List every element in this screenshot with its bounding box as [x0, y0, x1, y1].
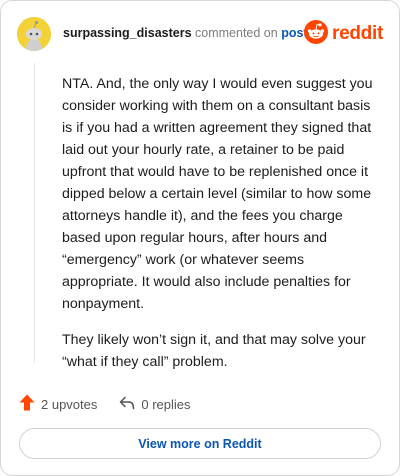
view-more-button[interactable]: View more on Reddit	[19, 428, 381, 459]
reply-count: 0 replies	[141, 396, 191, 412]
comment-paragraph: They likely won’t sign it, and that may …	[62, 332, 366, 370]
commented-on-text: commented on	[195, 26, 278, 40]
reddit-logo-icon	[304, 19, 329, 49]
reddit-brand[interactable]: reddit	[304, 19, 383, 49]
reddit-wordmark: reddit	[332, 23, 383, 44]
comment-actions: 2 upvotes 0 replies	[19, 394, 213, 414]
comment-meta: surpassing_disasters commented on post	[63, 26, 308, 40]
comment-embed-card: surpassing_disasters commented on post r…	[0, 0, 400, 476]
reply-button[interactable]: 0 replies	[119, 396, 191, 413]
upvote-arrow-icon	[19, 394, 35, 414]
username-link[interactable]: surpassing_disasters	[63, 26, 192, 40]
snoo-avatar-icon[interactable]	[17, 17, 51, 51]
comment-paragraph: NTA. And, the only way I would even sugg…	[62, 76, 373, 312]
upvote-button[interactable]: 2 upvotes	[19, 394, 97, 414]
comment-header: surpassing_disasters commented on post r…	[17, 17, 383, 51]
thread-line	[34, 63, 35, 363]
comment-body: NTA. And, the only way I would even sugg…	[62, 73, 382, 387]
reply-arrow-icon	[119, 396, 135, 413]
upvote-count: 2 upvotes	[41, 396, 98, 412]
